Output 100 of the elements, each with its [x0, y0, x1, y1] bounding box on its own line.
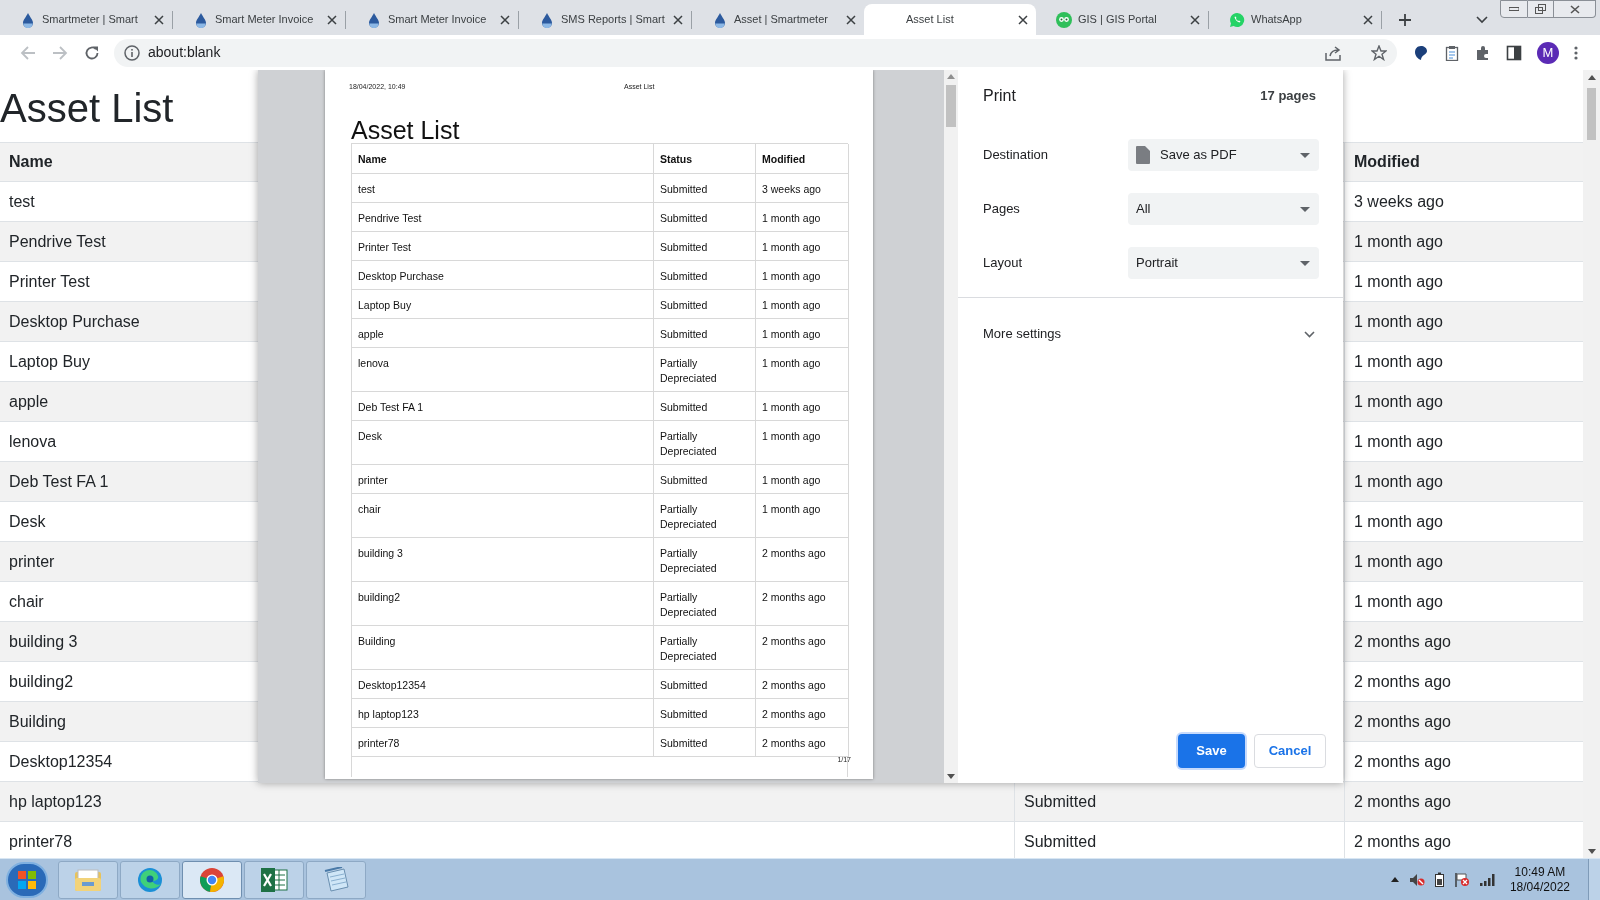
- dropdown[interactable]: Portrait: [1128, 247, 1319, 279]
- caret-down-icon: [1300, 260, 1310, 266]
- battery-icon[interactable]: [1434, 872, 1444, 887]
- close-window-button[interactable]: [1554, 0, 1596, 18]
- scrollbar[interactable]: [944, 70, 958, 783]
- table-cell: 1 month ago: [762, 328, 821, 340]
- table-cell-text: building 3: [9, 631, 78, 652]
- close-icon[interactable]: [500, 14, 510, 25]
- table-cell: Partially Depreciated: [660, 635, 717, 662]
- share-icon[interactable]: [1325, 44, 1343, 61]
- tab-title: Asset List: [906, 12, 955, 28]
- menu-icon[interactable]: [1574, 44, 1578, 61]
- close-icon[interactable]: [1018, 14, 1028, 25]
- taskbar-app-button[interactable]: [58, 860, 118, 899]
- table-cell: 1 month ago: [762, 299, 821, 311]
- table-cell-text: Printer Test: [9, 271, 90, 292]
- table-cell-text: 2 months ago: [1354, 791, 1451, 812]
- close-icon[interactable]: [1363, 14, 1373, 25]
- browser-tab[interactable]: Asset List: [864, 4, 1036, 35]
- more-settings-toggle[interactable]: More settings: [958, 298, 1343, 370]
- table-cell-text: printer78: [9, 831, 73, 852]
- table-cell: Partially Depreciated: [660, 503, 717, 530]
- close-icon: [1569, 4, 1580, 14]
- close-icon[interactable]: [673, 14, 683, 25]
- close-icon[interactable]: [154, 14, 164, 25]
- puzzle-icon[interactable]: [1475, 44, 1491, 61]
- table-cell: Partially Depreciated: [660, 357, 717, 384]
- table-cell: 1 month ago: [762, 503, 821, 515]
- table-cell-text: building2: [9, 671, 74, 692]
- profile-avatar[interactable]: M: [1537, 41, 1559, 64]
- clipboard-icon[interactable]: [1444, 44, 1460, 61]
- table-cell: chair: [358, 503, 381, 515]
- cancel-button[interactable]: Cancel: [1254, 734, 1326, 768]
- scrollbar[interactable]: [1583, 70, 1600, 858]
- taskbar-app-button[interactable]: [182, 860, 242, 899]
- browser-tab[interactable]: SMS Reports | Smart: [519, 4, 691, 35]
- table-cell: Submitted: [660, 212, 708, 224]
- droplet-icon: [712, 11, 728, 28]
- tricolor-circle-icon: [199, 866, 225, 893]
- table-cell: Building: [358, 635, 396, 647]
- table-cell: 2 months ago: [762, 679, 826, 691]
- table-cell-text: 1 month ago: [1354, 471, 1443, 492]
- browser-tab[interactable]: Smart Meter Invoice: [346, 4, 518, 35]
- table-cell: 2 months ago: [762, 635, 826, 647]
- setting-label: Pages: [983, 200, 1021, 219]
- tab-title: GIS | GIS Portal: [1078, 12, 1158, 28]
- chat-bubble-icon: [1229, 11, 1245, 28]
- tab-title: Asset | Smartmeter: [734, 12, 829, 28]
- restore-icon: [1535, 4, 1546, 14]
- table-cell-text: printer: [9, 551, 55, 572]
- save-button[interactable]: Save: [1178, 734, 1245, 768]
- table-cell: Submitted: [660, 270, 708, 282]
- browser-tab[interactable]: WhatsApp: [1209, 4, 1381, 35]
- close-icon[interactable]: [846, 14, 856, 25]
- clock[interactable]: 10:49 AM 18/04/2022: [1509, 864, 1570, 895]
- table-cell: Desktop12354: [358, 679, 426, 691]
- notepad-icon: [322, 866, 350, 893]
- taskbar-app-button[interactable]: [244, 860, 304, 899]
- scroll-up-icon: [947, 74, 955, 79]
- dropdown[interactable]: All: [1128, 193, 1319, 225]
- start-button[interactable]: [6, 861, 48, 898]
- scrollbar-thumb[interactable]: [1587, 88, 1596, 140]
- table-cell: Partially Depreciated: [660, 430, 717, 457]
- table-cell-text: Deb Test FA 1: [9, 471, 109, 492]
- close-icon[interactable]: [327, 14, 337, 25]
- folder-icon: [74, 867, 102, 892]
- address-bar[interactable]: about:blank: [114, 38, 1397, 67]
- table-cell: test: [358, 183, 375, 195]
- table-cell-text: hp laptop123: [9, 791, 102, 812]
- destination-dropdown[interactable]: Save as PDF: [1128, 139, 1319, 171]
- side-panel-icon[interactable]: [1506, 44, 1522, 61]
- table-cell-text: 3 weeks ago: [1354, 191, 1444, 212]
- table-cell: Submitted: [660, 299, 708, 311]
- new-tab-icon[interactable]: [1398, 12, 1412, 27]
- tab-title: SMS Reports | Smart: [561, 12, 666, 28]
- caret-down-icon[interactable]: [1476, 15, 1488, 24]
- table-cell: Submitted: [660, 737, 708, 749]
- info-icon: [124, 44, 140, 61]
- signal-icon[interactable]: [1479, 873, 1496, 886]
- scrollbar-thumb[interactable]: [946, 85, 956, 127]
- scroll-down-icon: [1587, 849, 1596, 854]
- minimize-button[interactable]: [1500, 0, 1528, 18]
- owl-icon: [1056, 11, 1072, 28]
- speaker-muted-icon[interactable]: [1408, 872, 1425, 887]
- browser-tab[interactable]: Smartmeter | Smart: [0, 4, 172, 35]
- table-cell: lenova: [358, 357, 389, 369]
- browser-tab[interactable]: GIS | GIS Portal: [1036, 4, 1208, 35]
- star-icon[interactable]: [1371, 44, 1387, 61]
- table-cell: Submitted: [660, 401, 708, 413]
- reload-icon: [84, 44, 100, 61]
- table-cell-text: 1 month ago: [1354, 591, 1443, 612]
- browser-tab[interactable]: Smart Meter Invoice: [173, 4, 345, 35]
- close-icon[interactable]: [1190, 14, 1200, 25]
- browser-tab[interactable]: Asset | Smartmeter: [692, 4, 864, 35]
- restore-button[interactable]: [1528, 0, 1554, 18]
- table-cell-text: Submitted: [1024, 791, 1097, 812]
- tab-title: WhatsApp: [1251, 12, 1303, 28]
- show-hidden-icons-icon[interactable]: [1390, 877, 1399, 882]
- flag-icon[interactable]: [1453, 872, 1470, 887]
- table-cell-text: Desktop12354: [9, 751, 113, 772]
